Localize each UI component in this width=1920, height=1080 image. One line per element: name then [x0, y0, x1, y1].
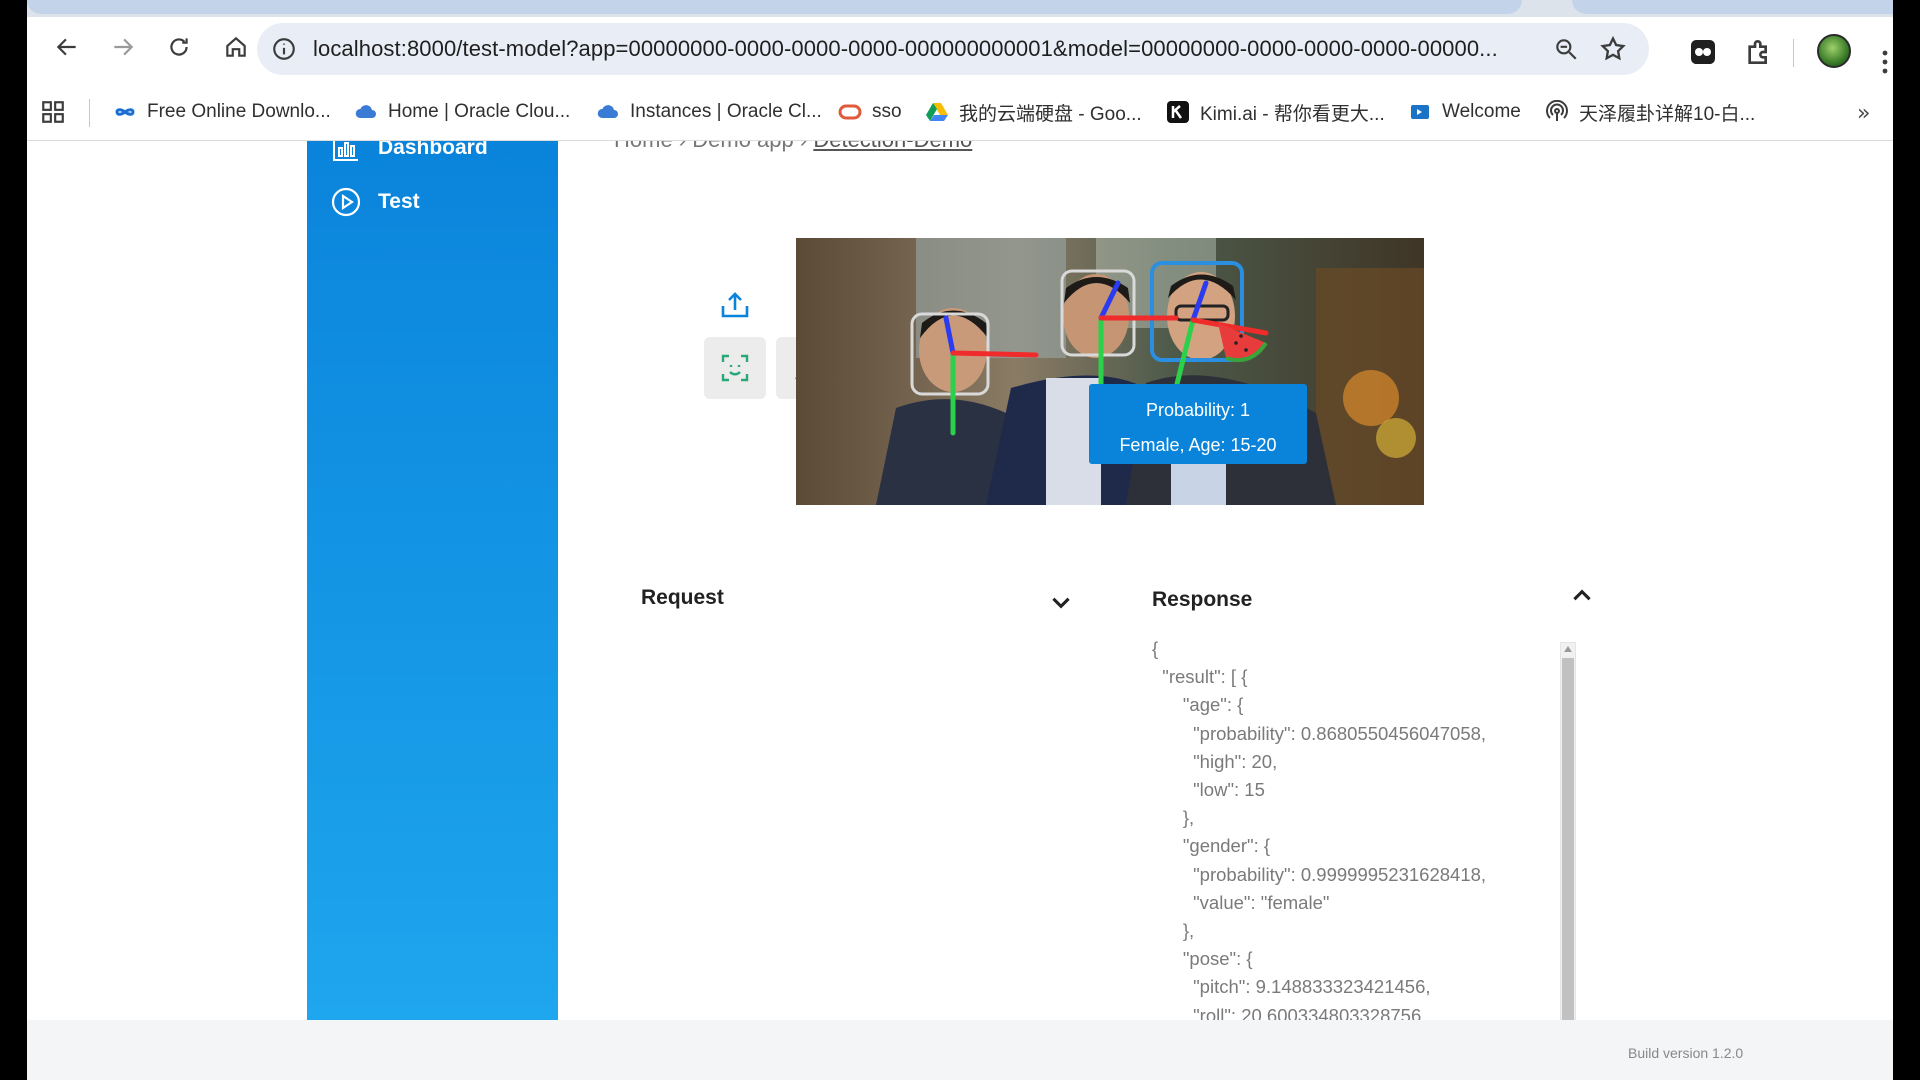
bookmark-item[interactable]: Home | Oracle Clou...: [354, 97, 570, 127]
apps-grid-icon[interactable]: [40, 99, 66, 125]
json-line: "age": {: [1152, 694, 1244, 716]
json-line: "gender": {: [1152, 835, 1271, 857]
bookmark-star-icon[interactable]: [1599, 35, 1627, 63]
url-text[interactable]: localhost:8000/test-model?app=00000000-0…: [313, 36, 1498, 62]
json-line: },: [1152, 807, 1195, 829]
address-bar[interactable]: localhost:8000/test-model?app=00000000-0…: [257, 23, 1649, 75]
bookmarks-bar: Free Online Downlo... Home | Oracle Clou…: [27, 85, 1893, 141]
json-line: "pitch": 9.148833323421456,: [1152, 976, 1431, 998]
active-tab[interactable]: [27, 0, 1522, 14]
face-scan-icon: [721, 354, 749, 382]
zoom-icon[interactable]: [1553, 36, 1579, 62]
podcast-icon: [1546, 100, 1568, 121]
more-bookmarks-icon[interactable]: »: [1857, 101, 1870, 126]
tab-strip: [27, 0, 1893, 17]
bookmark-item[interactable]: 我的云端硬盘 - Goo...: [925, 97, 1142, 127]
cloud-icon: [597, 105, 618, 118]
scrollbar-thumb[interactable]: [1562, 658, 1574, 1020]
face-tooltip: Probability: 1 Female, Age: 15-20: [1089, 384, 1307, 464]
browser-toolbar: localhost:8000/test-model?app=00000000-0…: [27, 17, 1893, 85]
sidebar-item-dashboard[interactable]: Dashboard: [330, 141, 488, 166]
bookmark-item[interactable]: Free Online Downlo...: [113, 97, 331, 127]
upload-icon: [721, 292, 749, 318]
bookmarks-divider: [89, 99, 90, 127]
bookmark-item[interactable]: 天泽履卦详解10-白...: [1545, 97, 1755, 127]
back-icon[interactable]: [47, 27, 87, 67]
json-line: "probability": 0.8680550456047058,: [1152, 722, 1487, 744]
chevron-up-icon[interactable]: [1569, 583, 1595, 609]
bar-chart-icon: [333, 141, 358, 161]
cloud-icon: [355, 105, 376, 118]
google-drive-icon: [926, 103, 948, 121]
app-page: Dashboard Test Home › Demo app › Detecti…: [27, 141, 1893, 1080]
reload-icon[interactable]: [159, 27, 199, 67]
breadcrumb: Home › Demo app › Detection-Demo: [614, 141, 972, 153]
json-line: "probability": 0.9999995231628418,: [1152, 863, 1487, 885]
build-version: Build version 1.2.0: [1628, 1045, 1744, 1061]
play-circle-icon: [331, 187, 361, 217]
extensions-puzzle-icon[interactable]: [1743, 36, 1775, 68]
scroll-up-icon[interactable]: [1564, 646, 1572, 652]
footer: [27, 1020, 1893, 1080]
tab[interactable]: [1572, 0, 1893, 14]
bookmark-item[interactable]: sso: [838, 97, 902, 127]
request-title[interactable]: Request: [641, 586, 724, 610]
json-line: "value": "female": [1152, 891, 1330, 913]
bookmark-item[interactable]: Welcome: [1408, 97, 1521, 127]
profile-avatar[interactable]: [1817, 34, 1851, 68]
toolbar-divider: [1793, 39, 1794, 67]
face-detect-button[interactable]: [704, 337, 766, 399]
json-line: "high": 20,: [1152, 750, 1278, 772]
json-line: {: [1152, 638, 1159, 659]
site-info-icon[interactable]: [271, 36, 297, 62]
outlook-icon: [1411, 105, 1429, 119]
response-title[interactable]: Response: [1152, 588, 1252, 612]
browser-menu-icon[interactable]: [1882, 50, 1888, 74]
response-json: { "result": [ { "age": { "probability": …: [1152, 635, 1592, 1030]
bookmark-item[interactable]: Kimi.ai - 帮你看更大...: [1166, 97, 1385, 127]
forward-icon[interactable]: [103, 27, 143, 67]
sidebar-item-test[interactable]: Test: [330, 184, 420, 220]
oracle-logo-icon: [838, 104, 862, 120]
json-line: "result": [ {: [1152, 666, 1248, 688]
home-icon[interactable]: [216, 27, 256, 67]
chevron-down-icon[interactable]: [1048, 589, 1074, 615]
browser-window: localhost:8000/test-model?app=00000000-0…: [27, 0, 1893, 1080]
json-line: },: [1152, 920, 1195, 942]
upload-button[interactable]: [704, 274, 766, 336]
sidebar: Dashboard Test: [307, 141, 558, 1020]
extension-icon[interactable]: [1687, 36, 1719, 68]
breadcrumb-current[interactable]: Detection-Demo: [813, 141, 972, 152]
infinity-logo-icon: [115, 108, 135, 116]
detection-image: [796, 238, 1424, 505]
kimi-logo-icon: [1167, 101, 1189, 123]
json-line: "pose": {: [1152, 948, 1253, 970]
json-line: "low": 15: [1152, 779, 1265, 801]
bookmark-item[interactable]: Instances | Oracle Cl...: [596, 97, 822, 127]
breadcrumb-app[interactable]: Demo app: [692, 141, 794, 152]
breadcrumb-home[interactable]: Home: [614, 141, 673, 152]
